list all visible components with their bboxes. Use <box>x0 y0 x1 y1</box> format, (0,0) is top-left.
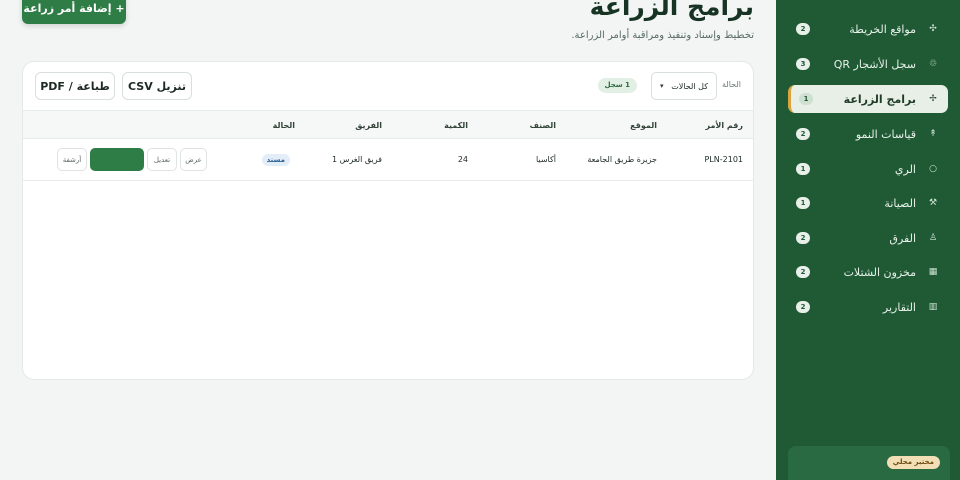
status-filter-value: كل الحالات <box>671 81 708 91</box>
column-header-quantity: الكمية <box>444 121 468 130</box>
orders-card: طباعة / PDF تنزيل CSV الحالة كل الحالات … <box>22 61 754 380</box>
view-button[interactable]: عرض <box>180 148 207 171</box>
chevron-down-icon: ▾ <box>660 82 664 90</box>
cell-quantity: 24 <box>457 155 468 164</box>
print-pdf-button[interactable]: طباعة / PDF <box>35 72 115 100</box>
sidebar-count-badge: 3 <box>796 58 810 70</box>
sidebar-item-top[interactable]: ❦ <box>788 0 948 12</box>
add-planting-order-button[interactable]: + إضافة أمر زراعة <box>22 0 126 24</box>
water-drop-icon: ○ <box>929 164 937 174</box>
archive-button[interactable]: أرشفة <box>57 148 87 171</box>
sidebar-count-badge: 2 <box>796 232 810 244</box>
sidebar-item-tree-registry[interactable]: ♲ سجل الأشجار QR 3 <box>788 50 948 78</box>
report-icon: ▥ <box>928 302 938 312</box>
cell-location: جزيرة طريق الجامعة <box>587 155 657 164</box>
sidebar-item-label: مواقع الخريطة <box>849 22 916 36</box>
environment-badge: مختبر محلي <box>886 456 940 469</box>
sidebar-count-badge: 2 <box>796 266 810 278</box>
sidebar-item-planting-programs[interactable]: ✢ برامج الزراعة 1 <box>788 85 948 113</box>
sidebar-item-growth[interactable]: ↟ قياسات النمو 2 <box>788 120 948 148</box>
cell-team: فريق الغرس 1 <box>331 155 382 164</box>
sidebar-item-teams[interactable]: ♙ الفرق 2 <box>788 224 948 252</box>
sidebar-item-irrigation[interactable]: ○ الري 1 <box>788 155 948 183</box>
sidebar-footer-panel: مختبر محلي <box>788 446 950 480</box>
leaf-icon: ❦ <box>926 0 940 3</box>
record-count-badge: 1 سجل <box>597 78 637 93</box>
sidebar-item-label: قياسات النمو <box>855 127 916 141</box>
status-filter-select[interactable]: كل الحالات ▾ <box>651 72 717 100</box>
sidebar-item-label: الري <box>894 162 916 176</box>
edit-button[interactable]: تعديل <box>147 148 177 171</box>
sidebar-item-map-sites[interactable]: ✣ مواقع الخريطة 2 <box>788 15 948 43</box>
inventory-icon: ▦ <box>928 267 938 277</box>
sidebar-count-badge: 2 <box>796 128 810 140</box>
sidebar: ❦ ✣ مواقع الخريطة 2 ♲ سجل الأشجار QR 3 ✢… <box>776 0 960 480</box>
sidebar-item-seedling-stock[interactable]: ▦ مخزون الشتلات 2 <box>788 258 948 286</box>
map-pin-icon: ✣ <box>929 24 937 34</box>
team-icon: ♙ <box>928 233 938 243</box>
column-header-location: الموقع <box>630 121 657 130</box>
sidebar-item-label: برامج الزراعة <box>843 92 916 106</box>
sidebar-item-maintenance[interactable]: ⚒ الصيانة 1 <box>788 189 948 217</box>
sidebar-count-badge: 2 <box>796 301 810 313</box>
sidebar-item-label: الصيانة <box>884 196 916 210</box>
sidebar-item-label: سجل الأشجار QR <box>833 57 916 71</box>
sidebar-item-label: التقارير <box>882 300 916 314</box>
sidebar-count-badge: 1 <box>796 197 810 209</box>
column-header-order-no: رقم الأمر <box>705 121 743 130</box>
sidebar-item-label: مخزون الشتلات <box>843 265 916 279</box>
column-header-variety: الصنف <box>529 121 556 130</box>
status-filter-label: الحالة <box>722 80 741 89</box>
sidebar-count-badge: 1 <box>796 163 810 175</box>
page-subtitle: تخطيط وإسناد وتنفيذ ومراقبة أوامر الزراع… <box>571 30 754 41</box>
sidebar-count-badge: 1 <box>799 93 813 105</box>
table-header: رقم الأمر الموقع الصنف الكمية الفريق الح… <box>23 110 753 139</box>
download-csv-button[interactable]: تنزيل CSV <box>122 72 192 100</box>
page-title: برامج الزراعة <box>589 0 754 21</box>
growth-icon: ↟ <box>929 129 937 139</box>
status-badge: مسند <box>261 154 290 166</box>
sidebar-item-label: الفرق <box>889 231 916 245</box>
sidebar-item-reports[interactable]: ▥ التقارير 2 <box>788 293 948 321</box>
sprout-icon: ✢ <box>929 94 937 104</box>
table-row[interactable]: PLN-2101 جزيرة طريق الجامعة أكاسيا 24 فر… <box>23 139 753 181</box>
qr-tree-icon: ♲ <box>928 59 938 69</box>
cell-variety: أكاسيا <box>535 155 556 164</box>
column-header-status: الحالة <box>272 121 295 130</box>
tools-icon: ⚒ <box>928 198 938 208</box>
column-header-team: الفريق <box>355 121 382 130</box>
action-button-green[interactable] <box>90 148 144 171</box>
sidebar-count-badge: 2 <box>796 23 810 35</box>
cell-order-no: PLN-2101 <box>704 155 743 164</box>
